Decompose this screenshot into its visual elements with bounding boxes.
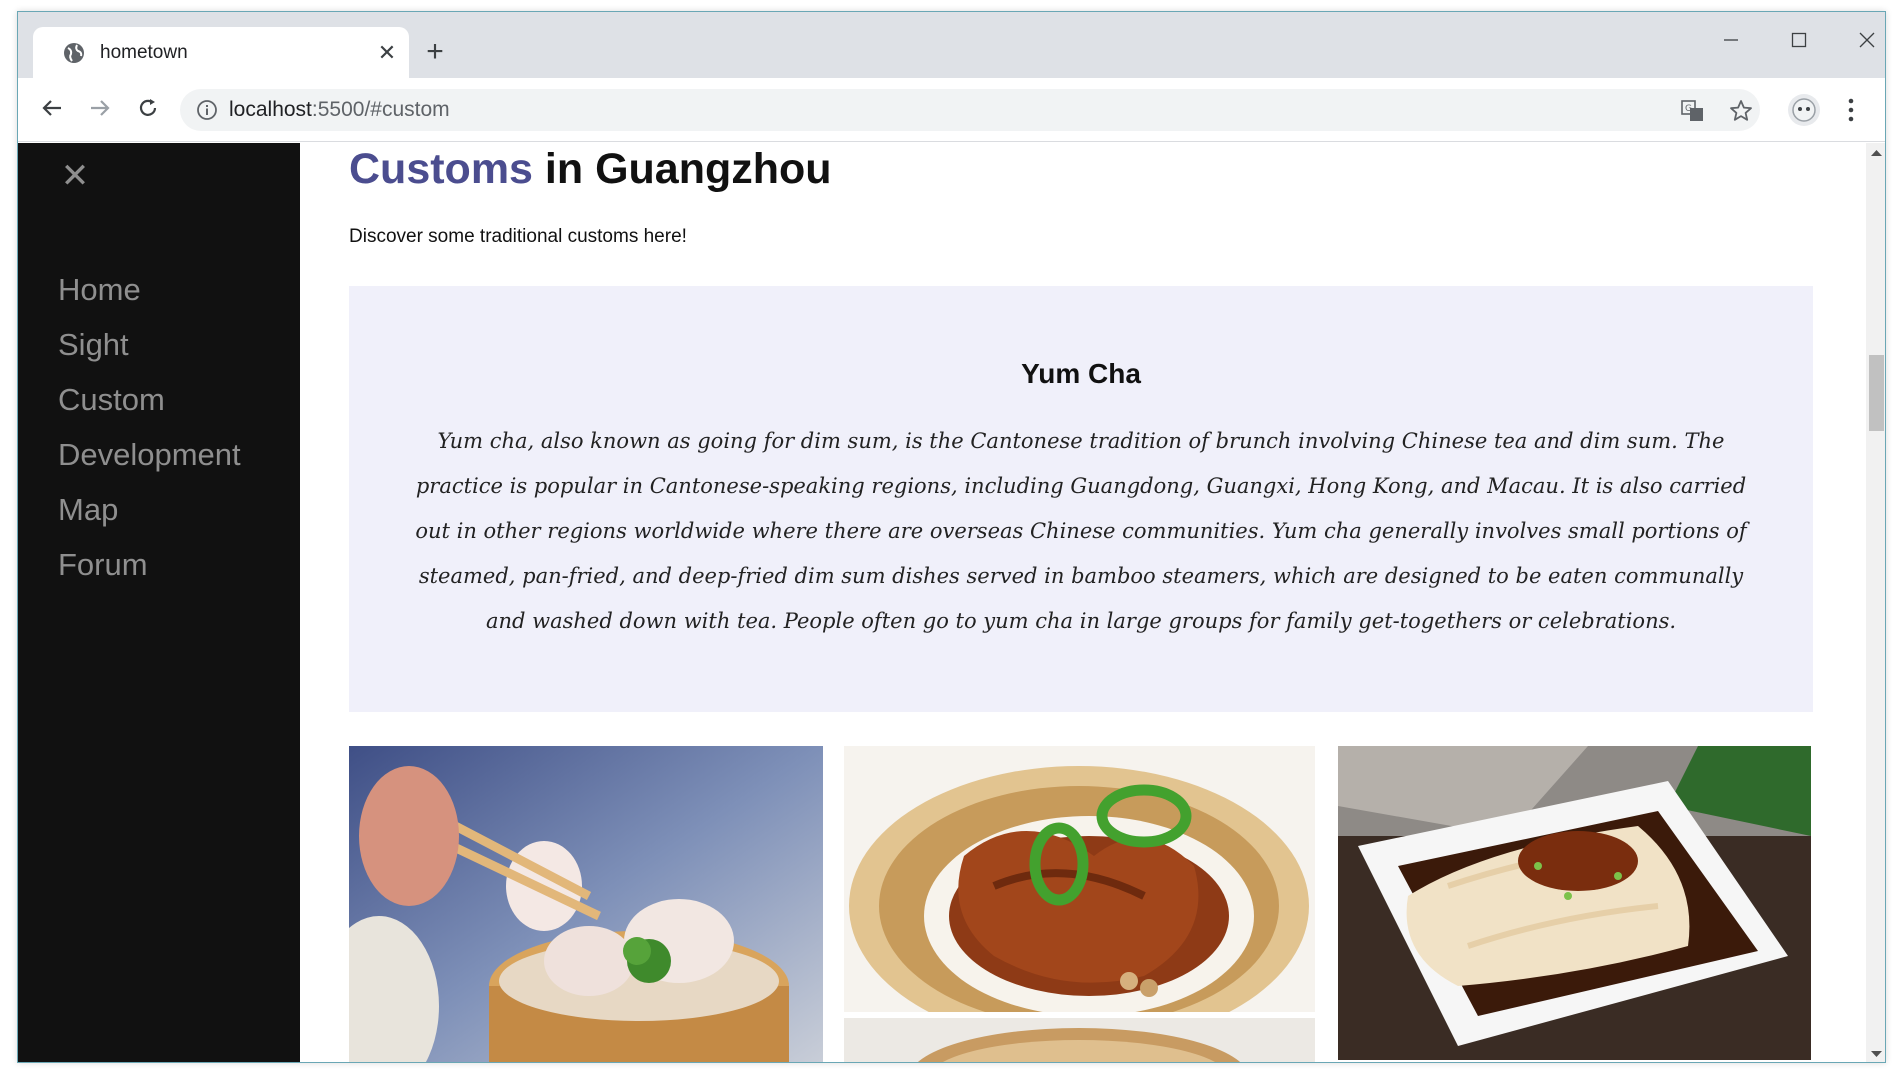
browser-toolbar: localhost:5500/#custom G (18, 78, 1885, 142)
close-icon (1859, 32, 1875, 48)
translate-icon[interactable]: G (1680, 98, 1706, 124)
tab-close-button[interactable]: ✕ (373, 39, 401, 67)
address-bar[interactable]: localhost:5500/#custom G (180, 89, 1760, 131)
dim-sum-photo-chicken-feet (844, 746, 1315, 1012)
chicken-feet-image (844, 746, 1315, 1012)
back-button[interactable] (34, 92, 70, 128)
url-host: localhost (229, 98, 312, 121)
card-body: Yum cha, also known as going for dim sum… (415, 429, 1747, 633)
sidebar-item-home[interactable]: Home (58, 262, 241, 317)
window-maximize-button[interactable] (1779, 24, 1819, 58)
tab-hometown[interactable]: hometown ✕ (33, 27, 409, 78)
page-title-accent: Customs (349, 145, 533, 193)
sidebar: ✕ Home Sight Custom Development Map Foru… (18, 143, 300, 1062)
tab-title: hometown (100, 42, 188, 63)
sidebar-nav: Home Sight Custom Development Map Forum (58, 262, 241, 592)
window-minimize-button[interactable] (1711, 24, 1751, 58)
steamer-image (844, 1018, 1315, 1062)
window-close-button[interactable] (1847, 24, 1885, 58)
card-title: Yum Cha (1021, 358, 1141, 389)
main-content: Customs in Guangzhou Discover some tradi… (349, 143, 1813, 1062)
minimize-icon (1724, 39, 1738, 41)
scroll-down-icon[interactable] (1866, 1044, 1886, 1063)
globe-icon (64, 43, 84, 63)
new-tab-button[interactable]: + (418, 36, 452, 70)
scrollbar-thumb[interactable] (1869, 355, 1884, 431)
profile-icon[interactable] (1788, 94, 1820, 126)
scroll-up-icon[interactable] (1866, 143, 1886, 163)
reload-button[interactable] (130, 92, 166, 128)
sidebar-item-sight[interactable]: Sight (58, 317, 241, 372)
dim-sum-photo-steamer (844, 1018, 1315, 1062)
sidebar-item-forum[interactable]: Forum (58, 537, 241, 592)
browser-window: hometown ✕ + localhost:5500/#custom G ✕ … (17, 11, 1886, 1063)
arrow-left-icon (42, 100, 61, 116)
sidebar-item-development[interactable]: Development (58, 427, 241, 482)
arrow-right-icon (91, 100, 110, 116)
dim-sum-photo-har-gow (349, 746, 823, 1062)
sidebar-item-map[interactable]: Map (58, 482, 241, 537)
star-icon[interactable] (1728, 98, 1754, 124)
info-icon[interactable] (196, 99, 218, 121)
maximize-icon (1791, 32, 1807, 48)
page-scrollbar[interactable] (1866, 143, 1886, 1063)
sidebar-item-custom[interactable]: Custom (58, 372, 241, 427)
tab-strip: hometown ✕ + (18, 12, 1885, 78)
rice-noodle-roll-image (1338, 746, 1811, 1060)
url-path: :5500/#custom (311, 98, 450, 121)
har-gow-image (349, 746, 823, 1062)
avatar-icon (1792, 98, 1816, 122)
page-title-rest: in Guangzhou (532, 145, 832, 193)
reload-icon (139, 99, 157, 116)
page-title: Customs in Guangzhou (349, 143, 832, 195)
custom-card: Yum Cha Yum cha, also known as going for… (349, 286, 1813, 712)
intro-text: Discover some traditional customs here! (349, 226, 687, 247)
dim-sum-photo-rice-noodle-roll (1338, 746, 1811, 1060)
menu-icon[interactable] (1843, 96, 1859, 124)
sidebar-close-button[interactable]: ✕ (56, 157, 94, 195)
page-viewport: ✕ Home Sight Custom Development Map Foru… (18, 143, 1886, 1063)
svg-text:G: G (1685, 104, 1692, 114)
forward-button[interactable] (82, 92, 118, 128)
url-text: localhost:5500/#custom (229, 98, 450, 122)
